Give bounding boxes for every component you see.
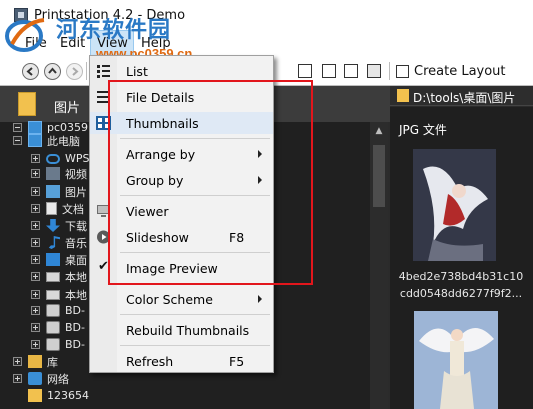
up-button[interactable] bbox=[44, 63, 61, 80]
drive-icon bbox=[46, 289, 60, 300]
tree-header-label: 图片 bbox=[54, 101, 81, 116]
expand-icon[interactable] bbox=[31, 290, 40, 299]
folder-icon bbox=[397, 89, 409, 102]
bd-drive-icon bbox=[46, 321, 60, 334]
video-folder-icon bbox=[46, 167, 60, 180]
expand-icon[interactable] bbox=[31, 323, 40, 332]
expand-icon[interactable] bbox=[31, 169, 40, 178]
thumbnail-caption: 4bed2e738bd4b31c10 bbox=[398, 270, 524, 283]
toolbar-separator bbox=[389, 62, 390, 80]
tree-item[interactable]: 123654 bbox=[28, 386, 89, 405]
highlight-annotation-box bbox=[108, 80, 313, 285]
forward-button[interactable] bbox=[66, 63, 83, 80]
menu-item-color-scheme[interactable]: Color Scheme bbox=[90, 288, 273, 310]
expand-icon[interactable] bbox=[31, 272, 40, 281]
computer-icon bbox=[28, 134, 42, 147]
menu-item-refresh[interactable]: Refresh F5 bbox=[90, 350, 273, 372]
arrow-right-icon bbox=[72, 67, 79, 76]
bd-drive-icon bbox=[46, 338, 60, 351]
tree-item[interactable]: 本地 bbox=[31, 267, 87, 286]
anime-angel-thumbnail bbox=[413, 149, 496, 261]
library-icon bbox=[28, 355, 42, 368]
bd-drive-icon bbox=[46, 304, 60, 317]
scroll-up-icon[interactable]: ▲ bbox=[372, 126, 386, 138]
expand-icon[interactable] bbox=[31, 306, 40, 315]
angel-thumbnail bbox=[414, 311, 498, 409]
group-header: JPG 文件 bbox=[399, 123, 447, 137]
menu-item-list[interactable]: List bbox=[90, 60, 273, 82]
tree-item[interactable]: 视频 bbox=[31, 164, 87, 183]
expand-icon[interactable] bbox=[13, 374, 22, 383]
menu-separator bbox=[120, 314, 270, 315]
copy-icon[interactable] bbox=[367, 64, 381, 78]
thumbnail-image[interactable] bbox=[413, 149, 496, 261]
current-path: D:\tools\桌面\图片 bbox=[413, 91, 516, 105]
toolbar-separator bbox=[86, 62, 87, 80]
music-icon bbox=[48, 236, 60, 249]
layout-icon bbox=[396, 65, 409, 78]
collapse-icon[interactable] bbox=[13, 136, 22, 145]
download-icon bbox=[46, 219, 60, 232]
expand-icon[interactable] bbox=[31, 255, 40, 264]
documents-folder-icon bbox=[46, 202, 57, 215]
desktop-icon bbox=[46, 253, 60, 266]
expand-icon[interactable] bbox=[31, 221, 40, 230]
folder-icon bbox=[18, 92, 36, 116]
pictures-folder-icon bbox=[46, 185, 60, 198]
expand-icon[interactable] bbox=[31, 340, 40, 349]
submenu-arrow-icon bbox=[258, 295, 262, 303]
drive-icon bbox=[46, 271, 60, 282]
checklist-icon[interactable] bbox=[298, 64, 312, 78]
thumbnail-image[interactable] bbox=[414, 311, 498, 409]
thumbnail-caption: cdd0548dd6277f9f2... bbox=[399, 287, 523, 300]
expand-icon[interactable] bbox=[31, 204, 40, 213]
cloud-icon bbox=[46, 153, 60, 164]
expand-icon[interactable] bbox=[31, 187, 40, 196]
folder-icon bbox=[28, 389, 42, 402]
shortcut-label: F5 bbox=[229, 354, 245, 369]
menu-item-rebuild-thumbnails[interactable]: Rebuild Thumbnails bbox=[90, 319, 273, 341]
watermark-logo-icon bbox=[5, 18, 45, 52]
expand-icon[interactable] bbox=[31, 154, 40, 163]
list-view-icon bbox=[97, 65, 110, 78]
expand-icon[interactable] bbox=[31, 238, 40, 247]
thumbnail-view-icon[interactable] bbox=[344, 64, 358, 78]
watermark-text: 河东软件园 bbox=[56, 18, 172, 43]
network-icon bbox=[28, 372, 42, 385]
scrollbar-thumb[interactable] bbox=[373, 145, 385, 207]
arrow-left-icon bbox=[26, 67, 33, 76]
expand-icon[interactable] bbox=[13, 357, 22, 366]
back-button[interactable] bbox=[22, 63, 39, 80]
arrow-up-icon bbox=[48, 67, 57, 74]
tree-item[interactable]: 此电脑 bbox=[13, 131, 80, 150]
menu-separator bbox=[120, 345, 270, 346]
create-layout-label: Create Layout bbox=[414, 64, 506, 79]
grid-view-icon[interactable] bbox=[322, 64, 336, 78]
create-layout-button[interactable]: Create Layout bbox=[396, 64, 506, 79]
